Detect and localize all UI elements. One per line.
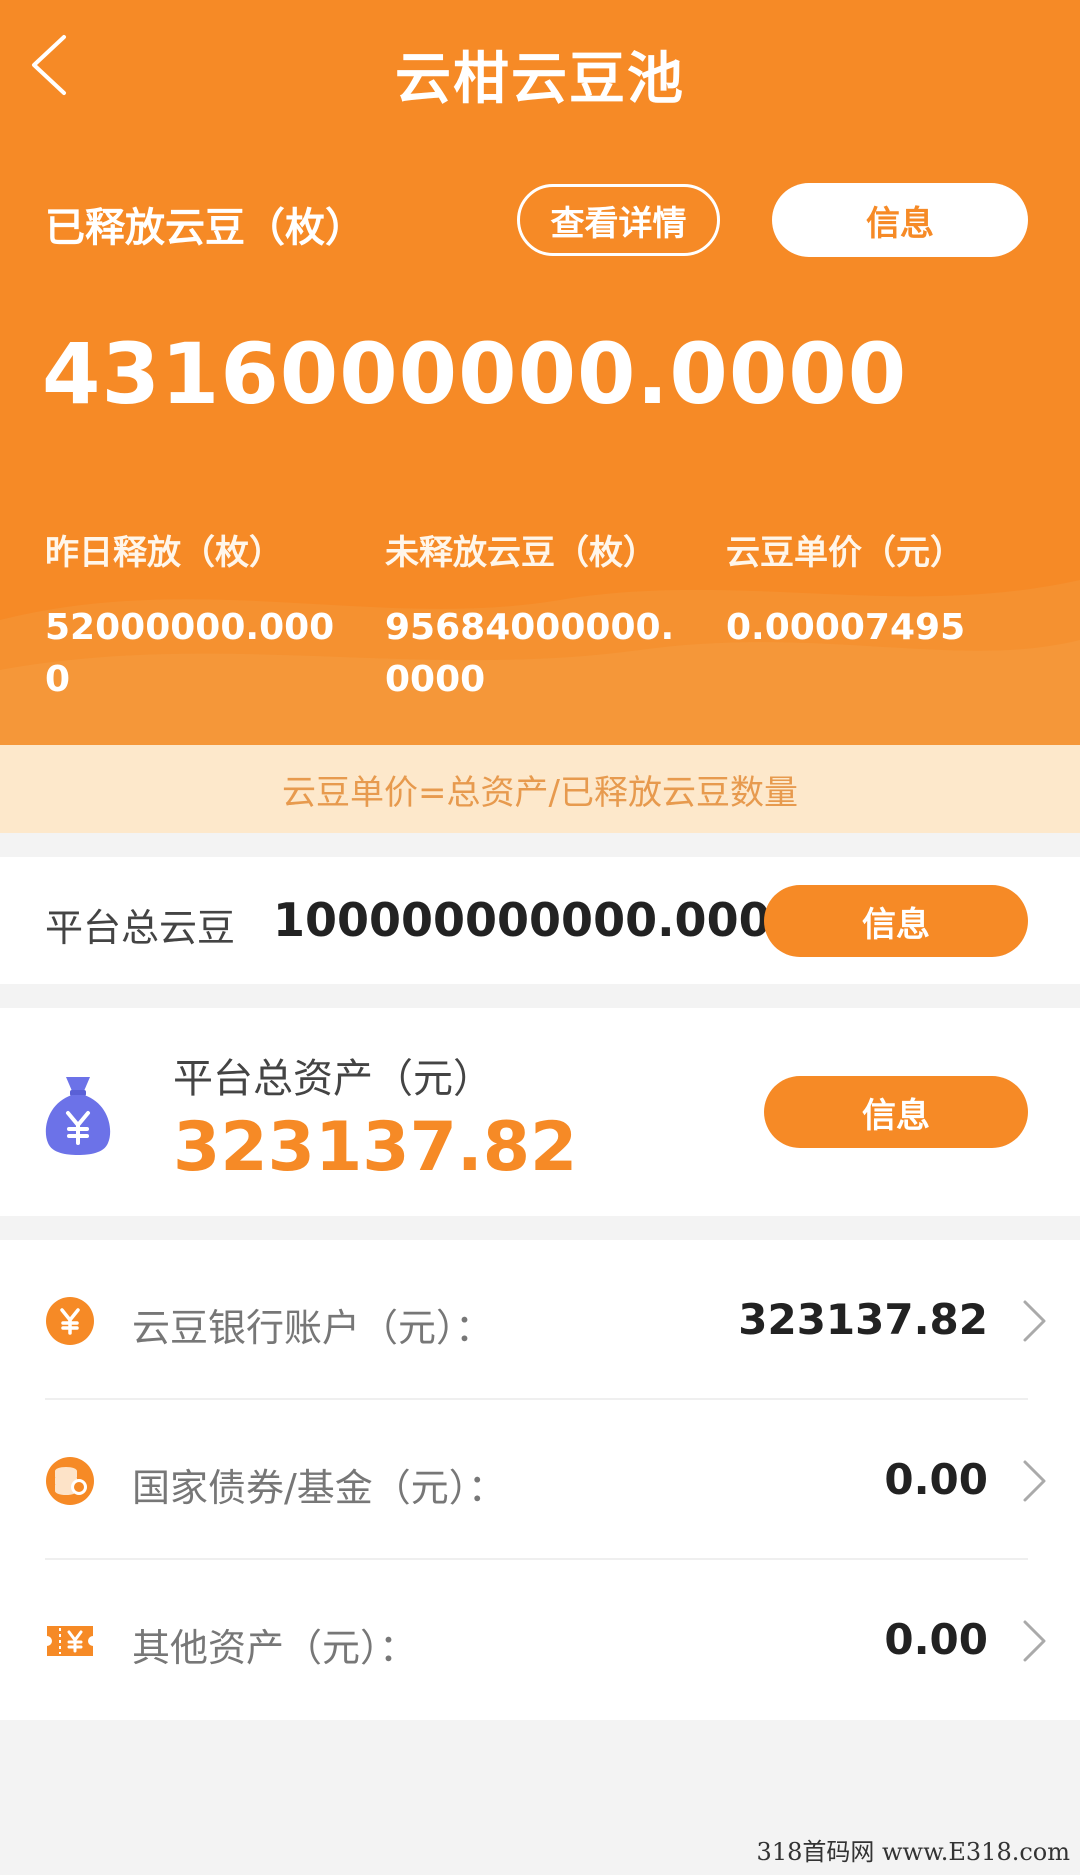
list-item-label: 国家债券/基金（元）：: [132, 1466, 506, 1510]
released-info-button[interactable]: 信息: [772, 183, 1028, 257]
platform-total-label: 平台总云豆: [45, 906, 236, 950]
list-item-value: 0.00: [884, 1455, 988, 1504]
platform-total-info-button[interactable]: 信息: [764, 885, 1028, 957]
stat-value: 52000000.0000: [45, 607, 335, 700]
yuan-coin-icon: [46, 1297, 94, 1345]
navbar: 云柑云豆池: [0, 0, 1080, 140]
list-item-bank-account[interactable]: 云豆银行账户（元）： 323137.82: [0, 1240, 1080, 1400]
chevron-right-icon: [1023, 1620, 1046, 1662]
money-bag-icon: [45, 1077, 111, 1155]
stat-label: 未释放云豆（枚）: [385, 533, 657, 573]
released-value: 4316000000.0000: [42, 325, 908, 423]
coin-stack-icon: [46, 1457, 94, 1505]
platform-assets-label: 平台总资产（元）: [173, 1056, 493, 1102]
stat-label: 云豆单价（元）: [726, 533, 964, 573]
stat-value: 95684000000.0000: [385, 607, 675, 700]
formula-banner: 云豆单价=总资产/已释放云豆数量: [0, 745, 1080, 833]
stat-value: 0.00007495: [726, 607, 966, 648]
stat-unreleased: 未释放云豆（枚） 95684000000.0000: [385, 525, 695, 706]
page-title: 云柑云豆池: [395, 47, 685, 112]
chevron-right-icon: [1023, 1300, 1046, 1342]
list-item-other-assets[interactable]: 其他资产（元）： 0.00: [0, 1560, 1080, 1720]
list-item-bonds-funds[interactable]: 国家债券/基金（元）： 0.00: [0, 1400, 1080, 1560]
asset-list: 云豆银行账户（元）： 323137.82 国家债券/基金（元）： 0.00 其他…: [0, 1240, 1080, 1720]
platform-assets-value: 323137.82: [173, 1108, 578, 1187]
released-label: 已释放云豆（枚）: [45, 205, 365, 251]
stat-label: 昨日释放（枚）: [45, 533, 283, 573]
stat-yesterday-released: 昨日释放（枚） 52000000.0000: [45, 525, 355, 706]
list-item-label: 其他资产（元）：: [132, 1626, 418, 1670]
list-item-value: 0.00: [884, 1615, 988, 1664]
page: 云柑云豆池 已释放云豆（枚） 查看详情 信息 4316000000.0000 昨…: [0, 0, 1080, 1875]
list-item-label: 云豆银行账户（元）：: [132, 1306, 494, 1350]
view-details-button[interactable]: 查看详情: [517, 184, 720, 256]
platform-assets-info-button[interactable]: 信息: [764, 1076, 1028, 1148]
list-item-value: 323137.82: [738, 1295, 988, 1344]
yuan-ticket-icon: [47, 1626, 93, 1656]
watermark: 318首码网 www.E318.com: [756, 1838, 1070, 1866]
stat-unit-price: 云豆单价（元） 0.00007495: [726, 525, 1036, 654]
platform-total-value: 100000000000.0000: [273, 893, 803, 947]
chevron-right-icon: [1023, 1460, 1046, 1502]
hero-section: 云柑云豆池 已释放云豆（枚） 查看详情 信息 4316000000.0000 昨…: [0, 0, 1080, 745]
platform-total-card: 平台总云豆 100000000000.0000 信息: [0, 857, 1080, 984]
platform-assets-card: 平台总资产（元） 323137.82 信息: [0, 1008, 1080, 1216]
